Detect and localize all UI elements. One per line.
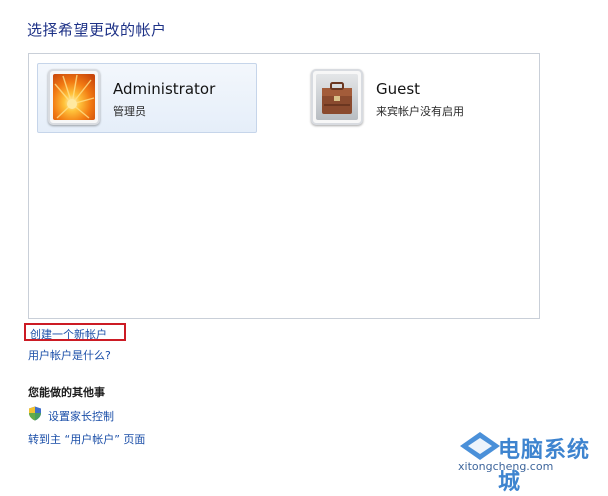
other-tasks-heading: 您能做的其他事 [28,386,105,399]
watermark-url: xitongcheng.com [458,460,554,473]
account-name-guest: Guest [376,80,421,98]
goto-main-user-accounts-link[interactable]: 转到主 “用户帐户” 页面 [28,431,145,447]
account-tile-guest[interactable]: Guest 来宾帐户没有启用 [300,63,520,133]
what-is-account-link[interactable]: 用户帐户是什么? [28,347,111,363]
account-tile-administrator[interactable]: Administrator 管理员 [37,63,257,133]
parental-controls-link[interactable]: 设置家长控制 [48,408,114,424]
page-title: 选择希望更改的帐户 [27,21,167,39]
flower-avatar-icon [48,69,100,125]
briefcase-avatar-icon [311,69,363,125]
account-role-administrator: 管理员 [113,105,146,118]
create-account-link[interactable]: 创建一个新帐户 [30,326,107,342]
shield-icon [28,406,42,421]
create-account-highlight: 创建一个新帐户 [24,323,126,341]
account-name-administrator: Administrator [113,80,216,98]
watermark-logo: 电脑系统城 xitongcheng.com [458,428,608,495]
account-list-panel: Administrator 管理员 Guest 来宾帐户没有启用 [28,53,540,319]
account-status-guest: 来宾帐户没有启用 [376,105,464,118]
